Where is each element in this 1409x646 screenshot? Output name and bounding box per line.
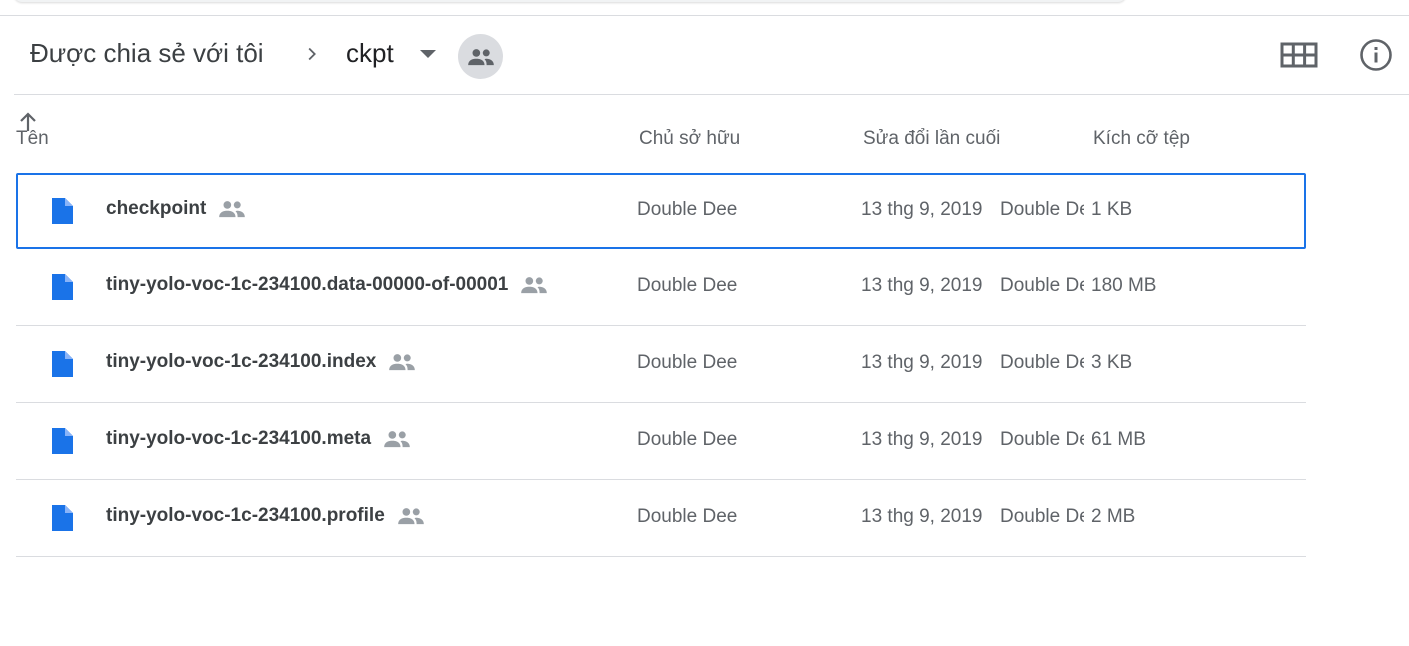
info-icon[interactable]: [1359, 38, 1393, 72]
file-modified-date: 13 thg 9, 2019: [861, 429, 983, 450]
file-modified-date: 13 thg 9, 2019: [861, 199, 983, 220]
file-name: tiny-yolo-voc-1c-234100.meta: [106, 428, 372, 449]
people-icon: [467, 48, 494, 65]
grid-view-icon[interactable]: [1280, 40, 1318, 70]
file-name: tiny-yolo-voc-1c-234100.index: [106, 351, 377, 372]
file-name-cell: tiny-yolo-voc-1c-234100.profile: [106, 505, 425, 527]
document-icon: [52, 505, 73, 531]
column-owner-header: Chủ sở hữu: [639, 128, 741, 149]
file-modified-by: Double Dee: [1000, 199, 1084, 220]
people-icon: [389, 354, 416, 371]
column-name-header[interactable]: Tên: [16, 128, 49, 150]
file-modified-date: 13 thg 9, 2019: [861, 352, 983, 373]
file-name: tiny-yolo-voc-1c-234100.data-00000-of-00…: [106, 274, 509, 295]
file-modified-by: Double Dee: [1000, 506, 1084, 527]
chevron-right-icon: [308, 47, 316, 61]
document-icon: [52, 198, 73, 224]
file-size: 61 MB: [1091, 429, 1146, 450]
file-owner: Double Dee: [637, 275, 738, 296]
file-row[interactable]: tiny-yolo-voc-1c-234100.meta Double Dee …: [16, 403, 1306, 480]
file-row[interactable]: tiny-yolo-voc-1c-234100.profile Double D…: [16, 480, 1306, 557]
file-row[interactable]: tiny-yolo-voc-1c-234100.data-00000-of-00…: [16, 249, 1306, 326]
file-modified-by: Double Dee: [1000, 352, 1084, 373]
file-size: 2 MB: [1091, 506, 1136, 527]
file-owner: Double Dee: [637, 352, 738, 373]
file-size: 1 KB: [1091, 199, 1133, 220]
file-modified-by: Double Dee: [1000, 429, 1084, 450]
file-name-cell: tiny-yolo-voc-1c-234100.index: [106, 351, 416, 373]
file-size: 3 KB: [1091, 352, 1133, 373]
document-icon: [52, 274, 73, 300]
breadcrumb-current-folder[interactable]: ckpt: [346, 38, 394, 69]
file-row[interactable]: tiny-yolo-voc-1c-234100.index Double Dee…: [16, 326, 1306, 403]
breadcrumb: Được chia sẻ với tôi ckpt: [14, 16, 1409, 95]
column-modified-header[interactable]: Sửa đổi lần cuối: [863, 128, 1000, 150]
arrow-drop-down-icon[interactable]: [418, 46, 438, 62]
drive-page: Được chia sẻ với tôi ckpt Tên Chủ sở hữu…: [0, 0, 1409, 646]
file-name: tiny-yolo-voc-1c-234100.profile: [106, 505, 385, 526]
file-size: 180 MB: [1091, 275, 1157, 296]
people-icon: [384, 431, 410, 448]
document-icon: [52, 428, 73, 454]
file-owner: Double Dee: [637, 429, 738, 450]
search-bar[interactable]: [14, 0, 1126, 2]
shared-folder-badge[interactable]: [458, 34, 503, 79]
column-size-header: Kích cỡ tệp: [1093, 128, 1190, 149]
document-icon: [52, 351, 73, 377]
people-icon: [521, 277, 548, 294]
file-name-cell: tiny-yolo-voc-1c-234100.data-00000-of-00…: [106, 274, 548, 296]
people-icon: [397, 508, 424, 525]
file-row[interactable]: checkpoint Double Dee 13 thg 9, 2019 Dou…: [16, 173, 1306, 249]
file-modified-by: Double Dee: [1000, 275, 1084, 296]
file-modified-date: 13 thg 9, 2019: [861, 506, 983, 527]
people-icon: [219, 201, 246, 218]
file-name: checkpoint: [106, 198, 207, 219]
column-header-row: Tên Chủ sở hữu Sửa đổi lần cuối Kích cỡ …: [16, 110, 1306, 170]
file-owner: Double Dee: [637, 199, 738, 220]
file-list: checkpoint Double Dee 13 thg 9, 2019 Dou…: [16, 173, 1306, 557]
file-owner: Double Dee: [637, 506, 738, 527]
file-modified-date: 13 thg 9, 2019: [861, 275, 983, 296]
file-name-cell: tiny-yolo-voc-1c-234100.meta: [106, 428, 411, 450]
breadcrumb-root[interactable]: Được chia sẻ với tôi: [30, 38, 264, 69]
file-name-cell: checkpoint: [106, 198, 246, 220]
